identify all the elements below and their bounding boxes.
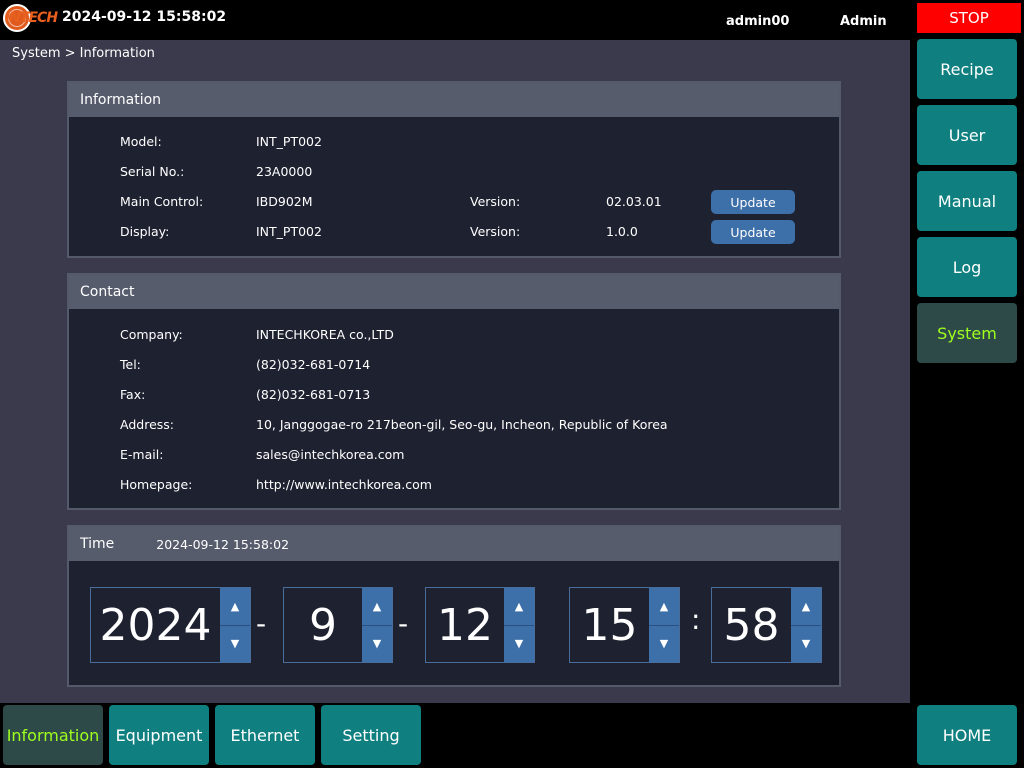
month-spinner[interactable]: 9 ▲ ▼ (283, 587, 393, 663)
hour-value: 15 (581, 599, 638, 651)
sidebar-item-user[interactable]: User (917, 105, 1017, 165)
address-value: 10, Janggogae-ro 217beon-gil, Seo-gu, In… (256, 417, 668, 432)
contact-panel: Contact Company: INTECHKOREA co.,LTD Tel… (67, 273, 841, 510)
year-arrows: ▲ ▼ (220, 588, 250, 662)
sidebar-item-system[interactable]: System (917, 303, 1017, 363)
stop-button[interactable]: STOP (917, 3, 1021, 33)
sidebar-item-recipe[interactable]: Recipe (917, 39, 1017, 99)
date-separator: - (398, 607, 409, 640)
time-panel: Time 2024-09-12 15:58:02 2024 ▲ ▼ - 9 ▲ … (67, 525, 841, 687)
user-role: Admin (840, 14, 887, 29)
information-panel-title: Information (69, 83, 839, 117)
email-label: E-mail: (120, 447, 164, 462)
serial-label: Serial No.: (120, 164, 185, 179)
model-value: INT_PT002 (256, 134, 322, 149)
display-label: Display: (120, 224, 170, 239)
year-spinner[interactable]: 2024 ▲ ▼ (90, 587, 251, 663)
month-down-arrow-icon[interactable]: ▼ (362, 626, 392, 663)
logo-text: INTECH (5, 10, 58, 26)
main-control-label: Main Control: (120, 194, 204, 209)
day-value: 12 (437, 599, 493, 651)
hour-down-arrow-icon[interactable]: ▼ (649, 626, 679, 663)
year-up-arrow-icon[interactable]: ▲ (220, 588, 250, 626)
contact-panel-title: Contact (69, 275, 839, 309)
year-down-arrow-icon[interactable]: ▼ (220, 626, 250, 663)
year-value: 2024 (99, 599, 212, 651)
time-panel-title: Time (80, 536, 115, 552)
date-separator: - (256, 607, 267, 640)
hour-spinner[interactable]: 15 ▲ ▼ (569, 587, 680, 663)
minute-down-arrow-icon[interactable]: ▼ (791, 626, 821, 663)
tel-label: Tel: (120, 357, 141, 372)
information-panel: Information Model: INT_PT002 Serial No.:… (67, 81, 841, 258)
display-version-value: 1.0.0 (606, 224, 638, 239)
day-up-arrow-icon[interactable]: ▲ (504, 588, 534, 626)
homepage-label: Homepage: (120, 477, 193, 492)
hour-up-arrow-icon[interactable]: ▲ (649, 588, 679, 626)
tab-information[interactable]: Information (3, 705, 103, 765)
email-value: sales@intechkorea.com (256, 447, 405, 462)
tab-setting[interactable]: Setting (321, 705, 421, 765)
app-root: INTECH 2024-09-12 15:58:02 admin00 Admin… (0, 0, 1024, 768)
fax-label: Fax: (120, 387, 146, 402)
address-label: Address: (120, 417, 174, 432)
day-spinner[interactable]: 12 ▲ ▼ (425, 587, 535, 663)
time-current-value: 2024-09-12 15:58:02 (156, 536, 290, 552)
top-bar: INTECH 2024-09-12 15:58:02 admin00 Admin (0, 0, 910, 40)
minute-spinner[interactable]: 58 ▲ ▼ (711, 587, 822, 663)
display-version-label: Version: (470, 224, 521, 239)
breadcrumb: System > Information (12, 46, 155, 61)
serial-value: 23A0000 (256, 164, 313, 179)
company-label: Company: (120, 327, 183, 342)
intech-logo: INTECH (3, 3, 58, 33)
main-content: System > Information Information Model: … (0, 40, 910, 703)
time-panel-header: Time 2024-09-12 15:58:02 (69, 527, 839, 561)
minute-up-arrow-icon[interactable]: ▲ (791, 588, 821, 626)
day-arrows: ▲ ▼ (504, 588, 534, 662)
minute-value: 58 (723, 599, 780, 651)
time-separator: : (691, 603, 701, 636)
day-down-arrow-icon[interactable]: ▼ (504, 626, 534, 663)
main-version-value: 02.03.01 (606, 194, 662, 209)
tel-value: (82)032-681-0714 (256, 357, 371, 372)
tab-ethernet[interactable]: Ethernet (215, 705, 315, 765)
homepage-value: http://www.intechkorea.com (256, 477, 432, 492)
user-id: admin00 (726, 14, 790, 29)
sidebar-item-manual[interactable]: Manual (917, 171, 1017, 231)
hour-arrows: ▲ ▼ (649, 588, 679, 662)
sidebar-item-log[interactable]: Log (917, 237, 1017, 297)
main-control-value: IBD902M (256, 194, 313, 209)
month-value: 9 (309, 599, 337, 651)
header-datetime: 2024-09-12 15:58:02 (62, 9, 227, 25)
display-value: INT_PT002 (256, 224, 322, 239)
model-label: Model: (120, 134, 162, 149)
month-up-arrow-icon[interactable]: ▲ (362, 588, 392, 626)
month-arrows: ▲ ▼ (362, 588, 392, 662)
main-control-update-button[interactable]: Update (711, 190, 795, 214)
fax-value: (82)032-681-0713 (256, 387, 371, 402)
display-update-button[interactable]: Update (711, 220, 795, 244)
main-version-label: Version: (470, 194, 521, 209)
home-button[interactable]: HOME (917, 705, 1017, 765)
tab-equipment[interactable]: Equipment (109, 705, 209, 765)
minute-arrows: ▲ ▼ (791, 588, 821, 662)
company-value: INTECHKOREA co.,LTD (256, 327, 394, 342)
